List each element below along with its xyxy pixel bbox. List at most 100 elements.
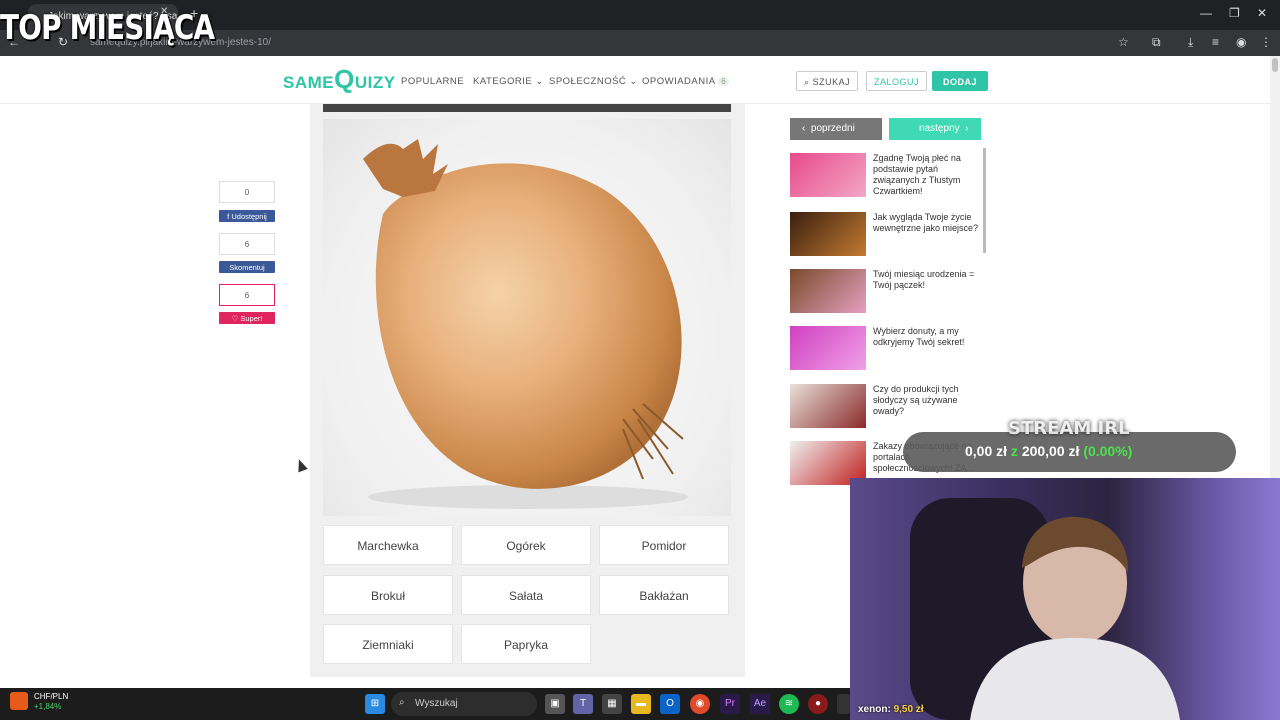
- next-label: następny: [919, 123, 960, 134]
- streamer-silhouette: [910, 498, 1180, 720]
- logo-q: Q: [334, 64, 355, 94]
- quiz-thumbnail: [790, 269, 866, 313]
- sidebar-scrollbar[interactable]: [983, 148, 986, 253]
- answer-pomidor[interactable]: Pomidor: [599, 525, 729, 565]
- facebook-share-button[interactable]: f Udostępnij: [219, 210, 275, 222]
- page-scroll-thumb[interactable]: [1272, 58, 1278, 72]
- previous-button[interactable]: ‹ poprzedni: [790, 118, 882, 140]
- after-effects-icon[interactable]: Ae: [750, 694, 770, 714]
- quiz-thumbnail: [790, 153, 866, 197]
- add-button[interactable]: DODAJ: [932, 71, 988, 91]
- quiz-title: Jak wygląda Twoje życie wewnętrzne jako …: [873, 212, 979, 233]
- chrome-icon[interactable]: ◉: [690, 694, 710, 714]
- task-view-icon[interactable]: ▣: [545, 694, 565, 714]
- comment-button[interactable]: Skomentuj: [219, 261, 275, 273]
- facebook-icon: f: [227, 212, 230, 221]
- search-label: SZUKAJ: [812, 77, 851, 87]
- ticker-pair: CHF/PLN: [34, 692, 69, 701]
- quiz-thumbnail: [790, 326, 866, 370]
- quiz-title: Wybierz donuty, a my odkryjemy Twój sekr…: [873, 326, 965, 347]
- search-button[interactable]: ⌕ SZUKAJ: [796, 71, 859, 91]
- question-header-bar: [323, 104, 731, 112]
- chevron-left-icon: ‹: [802, 123, 806, 134]
- related-quiz-item[interactable]: Twój miesiąc urodzenia = Twój pączek!: [790, 269, 980, 314]
- weather-widget-icon[interactable]: [10, 692, 28, 710]
- onion-image: [323, 119, 731, 516]
- goal-current: 0,00 zł: [965, 443, 1008, 459]
- goal-target: 200,00 zł: [1021, 443, 1080, 459]
- close-window-icon[interactable]: ✕: [1257, 6, 1267, 20]
- related-quiz-item[interactable]: Zgadnę Twoją płeć na podstawie pytań zwi…: [790, 153, 980, 198]
- mouse-cursor-icon: [294, 457, 308, 473]
- answer-brokul[interactable]: Brokuł: [323, 575, 453, 615]
- onion-illustration: [363, 139, 688, 509]
- heart-icon: ♡: [231, 314, 239, 323]
- donation-amount: 9,50 zł: [893, 704, 924, 715]
- premiere-icon[interactable]: Pr: [720, 694, 740, 714]
- nav-stories-label: OPOWIADANIA: [642, 76, 716, 87]
- download-icon[interactable]: ⤓: [1188, 35, 1193, 50]
- quiz-title: Czy do produkcji tych słodyczy są używan…: [873, 384, 959, 416]
- answer-baklazan[interactable]: Bakłażan: [599, 575, 729, 615]
- store-icon[interactable]: ▦: [602, 694, 622, 714]
- quiz-thumbnail: [790, 212, 866, 256]
- answer-ziemniaki[interactable]: Ziemniaki: [323, 624, 453, 664]
- media-icon[interactable]: ≡: [1212, 35, 1219, 49]
- facebook-share-label: Udostępnij: [231, 212, 267, 221]
- super-label: Super!: [240, 314, 263, 323]
- nav-popular[interactable]: POPULARNE: [401, 76, 464, 87]
- answer-papryka[interactable]: Papryka: [461, 624, 591, 664]
- related-quiz-item[interactable]: Wybierz donuty, a my odkryjemy Twój sekr…: [790, 326, 980, 371]
- donation-goal-text: 0,00 zł z 200,00 zł (0.00%): [965, 443, 1132, 459]
- answer-marchewka[interactable]: Marchewka: [323, 525, 453, 565]
- nav-community[interactable]: SPOŁECZNOŚĆ ⌄: [549, 76, 638, 87]
- quiz-thumbnail: [790, 384, 866, 428]
- taskbar-search[interactable]: ⌕ Wyszukaj: [391, 692, 537, 716]
- donor-name: xenon:: [858, 704, 891, 715]
- logo-text-a: SAME: [283, 73, 335, 92]
- app-icon[interactable]: [837, 694, 850, 714]
- currency-ticker[interactable]: CHF/PLN +1,84%: [34, 692, 68, 712]
- nav-stories[interactable]: OPOWIADANIA 6: [642, 76, 730, 87]
- stream-top-title: TOP MIESIĄCA: [0, 8, 215, 48]
- minimize-icon[interactable]: —: [1200, 6, 1212, 20]
- answer-ogorek[interactable]: Ogórek: [461, 525, 591, 565]
- teams-icon[interactable]: T: [573, 694, 593, 714]
- profile-icon[interactable]: ◉: [1236, 35, 1246, 49]
- search-icon: ⌕: [804, 77, 810, 87]
- site-logo[interactable]: SAMEQUIZY: [283, 64, 396, 95]
- next-button[interactable]: następny ›: [889, 118, 981, 140]
- taskbar-search-label: Wyszukaj: [415, 698, 458, 709]
- explorer-icon[interactable]: ▬: [631, 694, 651, 714]
- windows-taskbar: CHF/PLN +1,84% ⊞ ⌕ Wyszukaj ▣ T ▦ ▬ O ◉ Pr…: [0, 688, 850, 720]
- chevron-right-icon: ›: [965, 123, 969, 134]
- super-button[interactable]: ♡ Super!: [219, 312, 275, 324]
- spotify-icon[interactable]: ≋: [779, 694, 799, 714]
- logo-text-b: UIZY: [354, 73, 396, 92]
- related-quiz-item[interactable]: Jak wygląda Twoje życie wewnętrzne jako …: [790, 212, 980, 257]
- comment-count: 6: [219, 233, 275, 255]
- obs-icon[interactable]: ●: [808, 694, 828, 714]
- ticker-change: +1,84%: [34, 702, 62, 711]
- outlook-icon[interactable]: O: [660, 694, 680, 714]
- stream-label: STREAM IRL: [1008, 418, 1130, 439]
- stories-count-badge: 6: [718, 77, 730, 86]
- related-quiz-item[interactable]: Czy do produkcji tych słodyczy są używan…: [790, 384, 980, 429]
- maximize-icon[interactable]: ❐: [1229, 6, 1240, 20]
- quiz-title: Twój miesiąc urodzenia = Twój pączek!: [873, 269, 975, 290]
- nav-categories[interactable]: KATEGORIE ⌄: [473, 76, 544, 87]
- latest-donation: xenon: 9,50 zł: [858, 704, 924, 715]
- site-header: SAMEQUIZY POPULARNE KATEGORIE ⌄ SPOŁECZN…: [0, 56, 1280, 104]
- search-icon: ⌕: [399, 697, 405, 708]
- quiz-title: Zgadnę Twoją płeć na podstawie pytań zwi…: [873, 153, 961, 196]
- bookmark-star-icon[interactable]: ☆: [1118, 35, 1129, 49]
- login-button[interactable]: ZALOGUJ: [866, 71, 928, 91]
- menu-icon[interactable]: ⋮: [1260, 35, 1272, 49]
- facebook-share-count: 0: [219, 181, 275, 203]
- answer-salata[interactable]: Sałata: [461, 575, 591, 615]
- webcam-feed: [850, 478, 1280, 720]
- super-count: 6: [219, 284, 275, 306]
- start-icon[interactable]: ⊞: [365, 694, 385, 714]
- previous-label: poprzedni: [810, 123, 855, 134]
- extensions-icon[interactable]: ⧉: [1152, 35, 1161, 50]
